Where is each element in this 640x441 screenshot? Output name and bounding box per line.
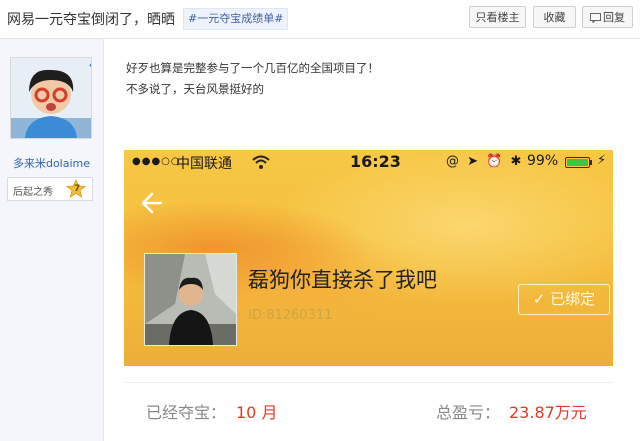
back-arrow-icon[interactable] [138, 190, 164, 216]
post-line: 好歹也算是完整参与了一个几百亿的全国项目了！ [126, 61, 379, 75]
wifi-icon [252, 155, 270, 169]
author-panel: 楼主 多来米dolaime 后起之秀 7 [0, 39, 104, 441]
loss-value: 23.87万元 [509, 403, 587, 422]
post-header: 网易一元夺宝倒闭了，晒晒 #一元夺宝成绩单# 只看楼主 收藏 回复 [0, 0, 640, 39]
status-time: 16:23 [350, 152, 401, 171]
post-title: 网易一元夺宝倒闭了，晒晒 [7, 12, 175, 28]
embedded-screenshot: ●●●○○ 中国联通 16:23 @ ➤ ⏰ ✱ 99% ⚡ 磊狗你直接杀了我吧… [124, 150, 613, 366]
battery-fill [567, 159, 588, 166]
reply-button[interactable]: 回复 [582, 6, 633, 28]
profile-uid: ID:81260311 [248, 308, 333, 323]
avatar[interactable]: 楼主 [10, 57, 92, 139]
level-number: 7 [74, 184, 81, 194]
favorite-button[interactable]: 收藏 [533, 6, 576, 28]
profile-nickname: 磊狗你直接杀了我吧 [248, 268, 437, 292]
only-louzhu-button[interactable]: 只看楼主 [469, 6, 526, 28]
stats-row: 已经夺宝： 10 月 总盈亏： 23.87万元 [124, 382, 613, 439]
bound-status-button[interactable]: ✓ 已绑定 [518, 284, 610, 315]
reply-button-label: 回复 [603, 11, 625, 24]
level-name: 后起之秀 [13, 187, 53, 198]
author-username[interactable]: 多来米dolaime [0, 155, 103, 171]
won-value: 10 月 [236, 403, 278, 422]
battery-percent: 99% [527, 153, 559, 169]
post-body: 好歹也算是完整参与了一个几百亿的全国项目了！ 不多说了，天台风景挺好的 [126, 58, 379, 100]
author-level: 后起之秀 7 [7, 177, 93, 201]
phone-status-bar: ●●●○○ 中国联通 16:23 @ ➤ ⏰ ✱ 99% ⚡ [124, 150, 613, 176]
loss-label: 总盈亏： [436, 403, 501, 422]
post-line: 不多说了，天台风景挺好的 [126, 82, 264, 96]
battery-tip [590, 160, 592, 165]
status-icons: @ ➤ ⏰ ✱ [446, 154, 524, 169]
carrier-name: 中国联通 [176, 156, 232, 172]
reply-icon [590, 13, 601, 23]
battery-icon [565, 157, 590, 168]
topic-tag-link[interactable]: #一元夺宝成绩单# [183, 8, 289, 30]
profile-photo [144, 253, 237, 346]
avatar-image [11, 58, 91, 138]
won-label: 已经夺宝： [146, 403, 227, 422]
charging-icon: ⚡ [597, 153, 607, 168]
signal-indicator: ●●●○○ [132, 156, 181, 167]
